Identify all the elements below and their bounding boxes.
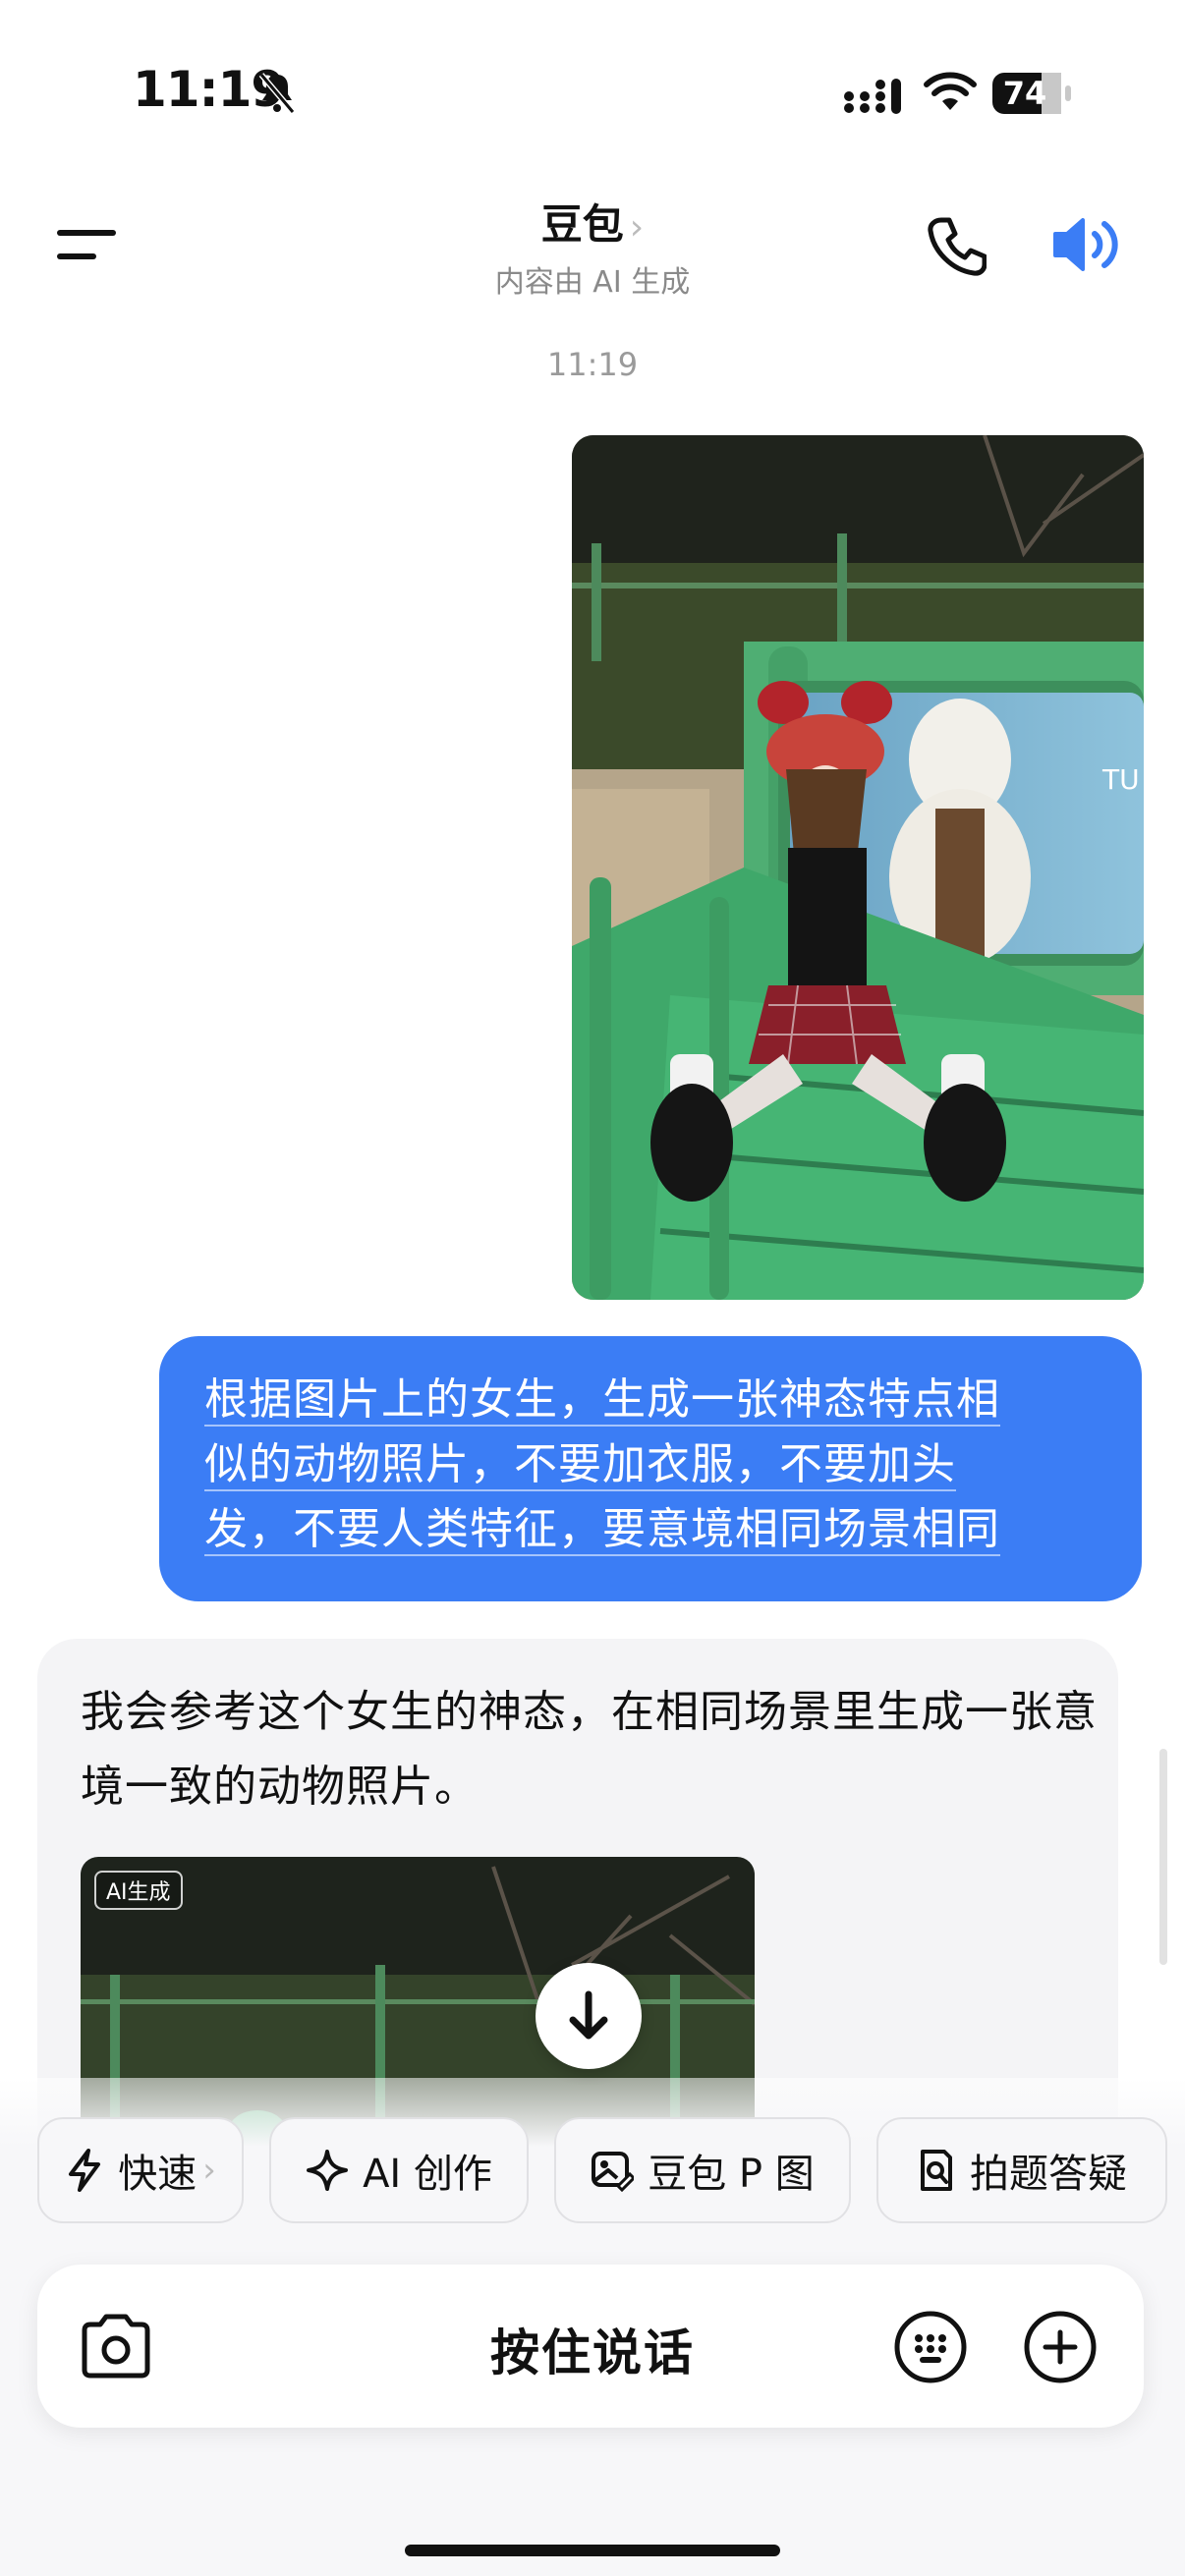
quick-action-fast[interactable]: 快速 ›	[37, 2117, 244, 2223]
keyboard-icon[interactable]	[892, 2309, 969, 2385]
user-message-line: 根据图片上的女生，生成一张神态特点相	[204, 1374, 1000, 1427]
message-timestamp: 11:19	[546, 346, 639, 383]
quick-action-label: 快速	[118, 2152, 198, 2197]
quick-action-label: 拍题答疑	[970, 2152, 1127, 2197]
battery-icon: 74	[992, 71, 1073, 116]
silent-bell-icon	[258, 73, 296, 114]
scrollbar[interactable]	[1159, 1749, 1167, 1965]
cellular-signal-icon	[844, 79, 901, 114]
ai-disclaimer: 内容由 AI 生成	[494, 265, 691, 300]
phone-call-icon[interactable]	[928, 216, 987, 277]
lightning-icon	[69, 2149, 101, 2192]
hold-to-talk-button[interactable]: 按住说话	[0, 2314, 1185, 2384]
user-message-text: 根据图片上的女生，生成一张神态特点相 似的动物照片，不要加衣服，不要加头 发，不…	[204, 1368, 1102, 1562]
plus-icon[interactable]	[1022, 2309, 1099, 2385]
quick-action-photo-question[interactable]: 拍题答疑	[876, 2117, 1167, 2223]
quick-action-label: AI 创作	[363, 2152, 492, 2197]
doc-search-icon	[921, 2150, 952, 2191]
user-message-line: 发，不要人类特征，要意境相同场景相同	[204, 1504, 1000, 1556]
bot-name: 豆包	[540, 200, 624, 249]
ai-generated-badge: AI生成	[94, 1871, 183, 1910]
user-message-line: 似的动物照片，不要加衣服，不要加头	[204, 1439, 956, 1491]
sign-text: TU	[1101, 763, 1140, 796]
speaker-icon[interactable]	[1051, 214, 1124, 275]
battery-level: 74	[1002, 75, 1047, 112]
chat-title[interactable]: 豆包 ›	[0, 192, 1185, 252]
user-message-bubble[interactable]: 根据图片上的女生，生成一张神态特点相 似的动物照片，不要加衣服，不要加头 发，不…	[159, 1336, 1142, 1601]
title-chevron-icon: ›	[629, 207, 645, 248]
chevron-right-icon: ›	[202, 2151, 216, 2190]
assistant-message-text: 我会参考这个女生的神态，在相同场景里生成一张意境一致的动物照片。	[81, 1687, 1098, 1812]
home-indicator[interactable]	[405, 2545, 780, 2556]
quick-action-ai-create[interactable]: AI 创作	[269, 2117, 529, 2223]
sparkle-icon	[307, 2150, 349, 2191]
wifi-icon	[924, 72, 977, 110]
arrow-down-icon	[569, 1990, 608, 2040]
scroll-to-bottom-button[interactable]	[536, 1963, 642, 2069]
image-edit-icon	[592, 2152, 635, 2192]
user-photo[interactable]: TU	[572, 435, 1144, 1300]
quick-action-p-image[interactable]: 豆包 P 图	[554, 2117, 851, 2223]
quick-action-label: 豆包 P 图	[648, 2152, 815, 2197]
